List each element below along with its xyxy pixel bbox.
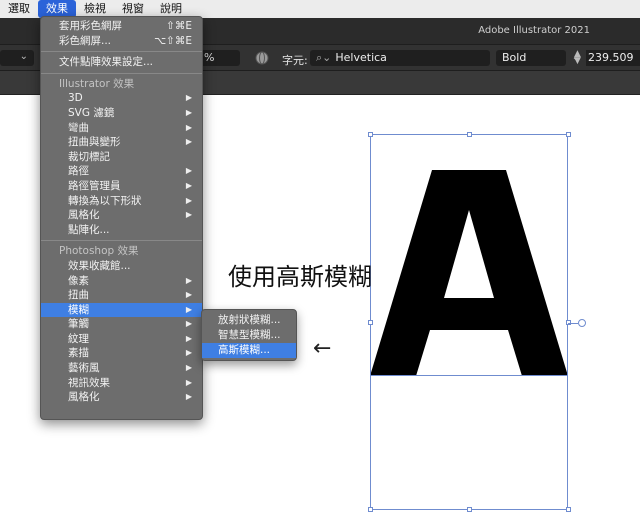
menu-item-rasterize[interactable]: 點陣化...	[41, 223, 202, 238]
opacity-field[interactable]: %	[200, 50, 240, 66]
font-family-field[interactable]: ⌕⌄Helvetica ⌄	[310, 50, 504, 66]
rotate-handle[interactable]	[578, 319, 586, 327]
resize-handle[interactable]	[566, 132, 571, 137]
font-family-value: Helvetica	[335, 51, 387, 64]
menu-item-convert-to-shape[interactable]: 轉換為以下形狀 ▶	[41, 194, 202, 209]
left-arrow-icon: ←	[313, 336, 332, 361]
globe-icon[interactable]	[254, 50, 270, 66]
chevron-right-icon: ▶	[185, 392, 192, 402]
selection-bounding-box[interactable]	[370, 134, 568, 510]
menu-item-crop-marks[interactable]: 裁切標記	[41, 150, 202, 165]
menu-item-distort[interactable]: 扭曲 ▶	[41, 288, 202, 303]
chevron-right-icon: ▶	[185, 180, 192, 190]
resize-handle[interactable]	[467, 132, 472, 137]
chevron-right-icon: ▶	[185, 137, 192, 147]
rotate-handle-line	[568, 323, 578, 324]
menu-item-apply-last-effect[interactable]: 套用彩色網屏 ⇧⌘E	[41, 19, 202, 34]
chevron-right-icon: ▶	[185, 348, 192, 358]
menu-item-artistic[interactable]: 藝術風 ▶	[41, 361, 202, 376]
annotation-text: 使用高斯模糊	[228, 263, 372, 291]
effect-menu: 套用彩色網屏 ⇧⌘E 彩色網屏... ⌥⇧⌘E 文件點陣效果設定... Illu…	[40, 16, 203, 420]
menu-item-video[interactable]: 視訊效果 ▶	[41, 376, 202, 391]
menu-separator	[41, 240, 202, 242]
menu-item-pathfinder[interactable]: 路徑管理員 ▶	[41, 179, 202, 194]
menu-item-texture[interactable]: 紋理 ▶	[41, 332, 202, 347]
menu-header-photoshop: Photoshop 效果	[59, 245, 139, 258]
menu-item-svg-filters[interactable]: SVG 濾鏡 ▶	[41, 106, 202, 121]
menu-item-brush-strokes[interactable]: 筆觸 ▶	[41, 317, 202, 332]
font-size-stepper-icon[interactable]: ▲ ▼	[574, 50, 581, 66]
resize-handle[interactable]	[566, 507, 571, 512]
chevron-right-icon: ▶	[185, 210, 192, 220]
chevron-right-icon: ▶	[185, 333, 192, 343]
menu-item-pixelate[interactable]: 像素 ▶	[41, 274, 202, 289]
chevron-right-icon: ▶	[185, 290, 192, 300]
menu-select[interactable]: 選取	[0, 0, 38, 18]
menu-item-stylize-illustrator[interactable]: 風格化 ▶	[41, 208, 202, 223]
resize-handle[interactable]	[368, 132, 373, 137]
font-style-value: Bold	[502, 51, 527, 64]
app-title: Adobe Illustrator 2021	[478, 25, 590, 36]
menu-item-3d[interactable]: 3D ▶	[41, 91, 202, 106]
chevron-right-icon: ▶	[185, 377, 192, 387]
menu-item-sketch[interactable]: 素描 ▶	[41, 346, 202, 361]
menu-item-warp[interactable]: 彎曲 ▶	[41, 121, 202, 136]
menu-separator	[41, 72, 202, 74]
menu-item-effect-gallery[interactable]: 效果收藏館...	[41, 259, 202, 274]
chevron-right-icon: ▶	[185, 93, 192, 103]
menu-item-last-effect[interactable]: 彩色網屏... ⌥⇧⌘E	[41, 34, 202, 49]
chevron-right-icon: ▶	[185, 319, 192, 329]
chevron-right-icon: ▶	[185, 275, 192, 285]
resize-handle[interactable]	[467, 507, 472, 512]
chevron-right-icon: ▶	[185, 363, 192, 373]
resize-handle[interactable]	[368, 320, 373, 325]
left-dropdown[interactable]: ⌄	[0, 50, 34, 66]
menu-header-illustrator: Illustrator 效果	[59, 77, 135, 90]
menu-item-radial-blur[interactable]: 放射狀模糊...	[202, 313, 296, 328]
resize-handle[interactable]	[368, 507, 373, 512]
chevron-right-icon: ▶	[185, 107, 192, 117]
menu-item-gaussian-blur[interactable]: 高斯模糊...	[202, 343, 296, 358]
text-baseline	[370, 375, 568, 376]
font-style-field[interactable]: Bold ⌄	[496, 50, 580, 66]
menu-separator	[41, 51, 202, 53]
menu-item-document-raster-settings[interactable]: 文件點陣效果設定...	[41, 55, 202, 70]
chevron-right-icon: ▶	[185, 195, 192, 205]
font-size-field[interactable]: 239.509	[586, 50, 640, 66]
menu-item-distort-transform[interactable]: 扭曲與變形 ▶	[41, 135, 202, 150]
chevron-right-icon: ▶	[185, 122, 192, 132]
character-label[interactable]: 字元:	[282, 52, 308, 68]
chevron-down-icon: ⌄	[19, 51, 28, 62]
chevron-right-icon: ▶	[185, 166, 192, 176]
menu-item-smart-blur[interactable]: 智慧型模糊...	[202, 328, 296, 343]
search-icon: ⌕⌄	[316, 51, 332, 64]
menu-item-path[interactable]: 路徑 ▶	[41, 164, 202, 179]
menu-item-stylize-photoshop[interactable]: 風格化 ▶	[41, 390, 202, 405]
blur-submenu: 放射狀模糊... 智慧型模糊... 高斯模糊...	[201, 309, 297, 361]
chevron-right-icon: ▶	[185, 304, 192, 314]
menu-item-blur[interactable]: 模糊 ▶	[41, 302, 202, 318]
